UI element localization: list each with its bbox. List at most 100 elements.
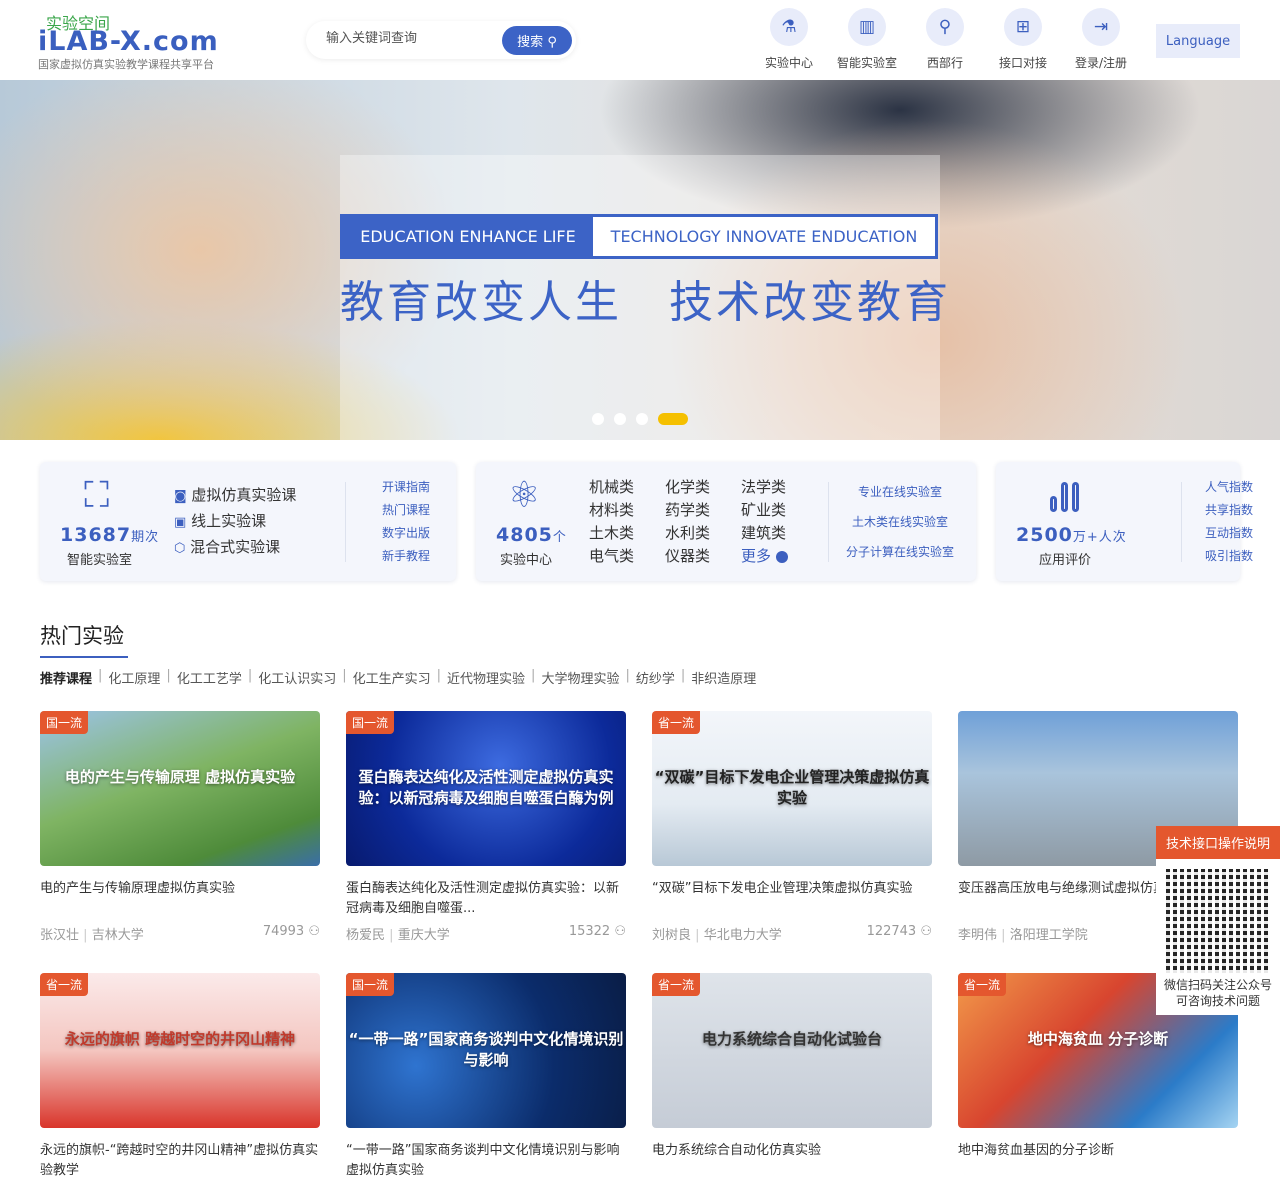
category[interactable]: 化学类 — [665, 476, 710, 497]
card-thumbnail[interactable]: “一带一路”国家商务谈判中文化情境识别与影响 国一流 — [346, 973, 626, 1128]
tab[interactable]: 化工原理 — [108, 668, 160, 687]
link-tutorial[interactable]: 新手教程 — [382, 547, 430, 564]
language-button[interactable]: Language — [1156, 24, 1240, 58]
tab-separator: | — [342, 668, 347, 683]
tab[interactable]: 化工生产实习 — [353, 668, 431, 687]
eval-count: 2500万+人次 — [1016, 524, 1127, 546]
arrow-circle-icon — [775, 550, 788, 563]
network-icon: ⊞ — [1004, 8, 1042, 46]
search-button[interactable]: 搜索 ⚲ — [502, 26, 572, 55]
category[interactable]: 矿业类 — [741, 499, 786, 520]
slogan-en-1: EDUCATION ENHANCE LIFE — [343, 217, 593, 256]
experiment-card[interactable]: “一带一路”国家商务谈判中文化情境识别与影响 国一流 “一带一路”国家商务谈判中文化… — [346, 973, 626, 1181]
view-count: 15322 ⚇ — [569, 924, 626, 943]
tab[interactable]: 纺纱学 — [636, 668, 675, 687]
link-molecular-lab[interactable]: 分子计算在线实验室 — [846, 543, 954, 560]
card-thumbnail[interactable]: 电的产生与传输原理 虚拟仿真实验 国一流 — [40, 711, 320, 866]
card-author: 李明伟 — [958, 928, 998, 943]
tab[interactable]: 推荐课程 — [40, 668, 92, 687]
card-school: 吉林大学 — [91, 928, 144, 943]
nav-lab-center[interactable]: ⚗ 实验中心 — [750, 8, 828, 71]
card-author: 刘树良 — [652, 928, 692, 943]
experiment-card[interactable]: “双碳”目标下发电企业管理决策虚拟仿真实验 省一流 “双碳”目标下发电企业管理决策虚… — [652, 711, 932, 943]
card-thumbnail[interactable]: 电力系统综合自动化试验台 省一流 — [652, 973, 932, 1128]
atom-icon: ⚛ — [508, 475, 541, 516]
view-count: 74993 ⚇ — [263, 924, 320, 943]
card-title[interactable]: “双碳”目标下发电企业管理决策虚拟仿真实验 — [652, 879, 932, 919]
card-title[interactable]: 地中海贫血基因的分子诊断 — [958, 1141, 1238, 1181]
link-pro-lab[interactable]: 专业在线实验室 — [858, 483, 942, 500]
card-thumbnail[interactable]: “双碳”目标下发电企业管理决策虚拟仿真实验 省一流 — [652, 711, 932, 866]
link-civil-lab[interactable]: 土木类在线实验室 — [852, 513, 948, 530]
card-school: 洛阳理工学院 — [1009, 928, 1088, 943]
link-share[interactable]: 共享指数 — [1205, 501, 1253, 518]
level-badge: 省一流 — [958, 973, 1007, 996]
link-guide[interactable]: 开课指南 — [382, 478, 430, 495]
tab[interactable]: 化工认识实习 — [258, 668, 336, 687]
category[interactable]: 电气类 — [589, 545, 634, 566]
card-title[interactable]: 永远的旗帜-“跨越时空的井冈山精神”虚拟仿真实验教学 — [40, 1141, 320, 1181]
nav-label: 实验中心 — [764, 56, 813, 70]
card-thumbnail[interactable]: 蛋白酶表达纯化及活性测定虚拟仿真实验：以新冠病毒及细胞自噬蛋白酶为例 国一流 — [346, 711, 626, 866]
carousel-dot[interactable] — [592, 413, 604, 425]
tab-separator: | — [247, 668, 253, 683]
nav-smart-lab[interactable]: ▥ 智能实验室 — [828, 8, 906, 71]
thumbnail-text: 地中海贫血 分子诊断 — [1027, 1030, 1169, 1048]
course-mixed[interactable]: ⬡ 混合式实验课 — [174, 536, 280, 557]
nav-interface[interactable]: ⊞ 接口对接 — [984, 8, 1062, 71]
nav-login[interactable]: ⇥ 登录/注册 — [1062, 8, 1140, 71]
experiment-card[interactable]: 电力系统综合自动化试验台 省一流电力系统综合自动化仿真实验 — [652, 973, 932, 1181]
category[interactable]: 药学类 — [665, 499, 710, 520]
category[interactable]: 材料类 — [589, 499, 634, 520]
views: 74993 — [262, 924, 305, 939]
card-school: 华北电力大学 — [703, 928, 782, 943]
level-badge: 国一流 — [40, 711, 89, 734]
divider — [345, 482, 346, 562]
section-title: 热门实验 — [40, 620, 128, 658]
category[interactable]: 水利类 — [665, 522, 710, 543]
link-publish[interactable]: 数字出版 — [382, 524, 430, 541]
tab[interactable]: 大学物理实验 — [541, 668, 619, 687]
card-title[interactable]: 蛋白酶表达纯化及活性测定虚拟仿真实验：以新冠病毒及细胞自噬蛋... — [346, 879, 626, 919]
level-badge: 国一流 — [346, 711, 395, 734]
link-attraction[interactable]: 吸引指数 — [1205, 547, 1253, 564]
qr-code — [1166, 869, 1270, 973]
thumbnail-text: 蛋白酶表达纯化及活性测定虚拟仿真实验：以新冠病毒及细胞自噬蛋白酶为例 — [358, 768, 614, 807]
tech-support-widget: 技术接口操作说明 微信扫码关注公众号可咨询技术问题 — [1156, 826, 1280, 1015]
experiment-card[interactable]: 电的产生与传输原理 虚拟仿真实验 国一流 电的产生与传输原理虚拟仿真实验 张汉壮 | … — [40, 711, 320, 943]
slogan-cn: 教育改变人生 技术改变教育 — [340, 277, 951, 328]
experiment-card[interactable]: 蛋白酶表达纯化及活性测定虚拟仿真实验：以新冠病毒及细胞自噬蛋白酶为例 国一流 蛋白酶… — [346, 711, 626, 943]
nav-west[interactable]: ⚲ 西部行 — [906, 8, 984, 71]
card-title[interactable]: “一带一路”国家商务谈判中文化情境识别与影响虚拟仿真实验 — [346, 1141, 626, 1181]
course-online[interactable]: ▣ 线上实验课 — [174, 510, 266, 531]
link-hot[interactable]: 热门课程 — [382, 501, 430, 518]
card-thumbnail[interactable]: 永远的旗帜 跨越时空的井冈山精神 省一流 — [40, 973, 320, 1128]
nav-label: 登录/注册 — [1074, 56, 1128, 70]
search-input[interactable] — [326, 31, 496, 46]
category[interactable]: 土木类 — [589, 522, 634, 543]
header: 实验空间 iLAB-X.com 国家虚拟仿真实验教学课程共享平台 搜索 ⚲ ⚗实… — [0, 0, 1280, 80]
tab[interactable]: 近代物理实验 — [447, 668, 525, 687]
more-link[interactable]: 更多 — [741, 545, 788, 566]
category[interactable]: 法学类 — [741, 476, 786, 497]
card-meta: 张汉壮 | 吉林大学 74993 ⚇ — [40, 924, 320, 943]
tab[interactable]: 化工工艺学 — [177, 668, 242, 687]
person-screen-icon: ⛶ — [84, 475, 110, 516]
card-title[interactable]: 电的产生与传输原理虚拟仿真实验 — [40, 879, 320, 919]
experiment-card[interactable]: 永远的旗帜 跨越时空的井冈山精神 省一流永远的旗帜-“跨越时空的井冈山精神”虚拟仿… — [40, 973, 320, 1181]
carousel-dot[interactable] — [614, 413, 626, 425]
hero-banner[interactable]: EDUCATION ENHANCE LIFE TECHNOLOGY INNOVA… — [0, 80, 1280, 440]
category[interactable]: 机械类 — [589, 476, 634, 497]
tech-docs-button[interactable]: 技术接口操作说明 — [1156, 826, 1280, 859]
carousel-dot-active[interactable] — [658, 413, 688, 425]
card-title[interactable]: 电力系统综合自动化仿真实验 — [652, 1141, 932, 1181]
bar-chart-icon — [1050, 482, 1079, 512]
link-popularity[interactable]: 人气指数 — [1205, 478, 1253, 495]
stats-eval: 2500万+人次 应用评价 人气指数 共享指数 互动指数 吸引指数 — [996, 462, 1253, 581]
course-virtual[interactable]: ◙ 虚拟仿真实验课 — [174, 484, 296, 505]
category[interactable]: 仪器类 — [665, 545, 710, 566]
link-interaction[interactable]: 互动指数 — [1205, 524, 1253, 541]
carousel-dot[interactable] — [636, 413, 648, 425]
category[interactable]: 建筑类 — [741, 522, 786, 543]
tab[interactable]: 非织造原理 — [691, 668, 756, 687]
